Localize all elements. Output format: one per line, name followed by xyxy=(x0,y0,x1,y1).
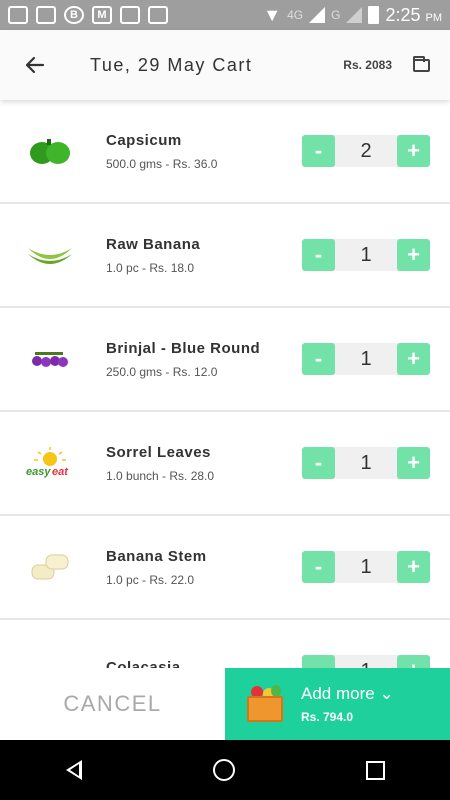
signal-icon xyxy=(309,7,326,23)
cart-item: Brinjal - Blue Round 250.0 gms - Rs. 12.… xyxy=(0,308,450,412)
cart-total: Rs. 2083 xyxy=(343,58,392,72)
network-g-label: G xyxy=(331,8,341,22)
android-nav-bar xyxy=(0,740,450,800)
increase-button[interactable]: + xyxy=(397,135,430,167)
quantity-stepper: - 1 + xyxy=(302,239,430,271)
quantity-stepper: - 1 + xyxy=(302,343,430,375)
arrow-left-icon xyxy=(25,56,45,74)
increase-button[interactable]: + xyxy=(397,343,430,375)
cart-item: Capsicum 500.0 gms - Rs. 36.0 - 2 + xyxy=(0,100,450,204)
item-name: Raw Banana xyxy=(106,235,201,253)
item-meta: 250.0 gms - Rs. 12.0 xyxy=(106,364,218,379)
item-meta: 1.0 bunch - Rs. 28.0 xyxy=(106,468,215,483)
recents-nav-icon[interactable] xyxy=(365,760,385,780)
page-title: Tue, 29 May Cart xyxy=(90,54,253,75)
quantity-value: 2 xyxy=(360,139,372,162)
increase-button[interactable]: + xyxy=(397,239,430,271)
clock: 2:25 PM xyxy=(385,4,442,25)
cancel-button[interactable]: CANCEL xyxy=(0,668,225,740)
decrease-button[interactable]: - xyxy=(302,447,335,479)
cart-item: Colacasia - 1 + xyxy=(0,620,450,668)
decrease-button[interactable]: - xyxy=(302,655,335,668)
bottom-bar: CANCEL Add more ⌄ Rs. 794.0 xyxy=(0,668,450,740)
banana-stem-image xyxy=(0,517,100,617)
decrease-button[interactable]: - xyxy=(302,239,335,271)
quantity-value: 1 xyxy=(360,243,372,266)
item-name: Sorrel Leaves xyxy=(106,443,211,461)
item-name: Capsicum xyxy=(106,131,182,149)
add-more-amount: Rs. 794.0 xyxy=(301,710,354,724)
cart-list[interactable]: Capsicum 500.0 gms - Rs. 36.0 - 2 + Raw … xyxy=(0,100,450,668)
brinjal-image xyxy=(0,309,100,409)
status-bar: B M ▼ 4G G 2:25 PM xyxy=(0,0,450,30)
back-nav-icon[interactable] xyxy=(65,760,82,780)
chat-icon xyxy=(8,6,28,24)
doc-icon xyxy=(120,6,140,24)
item-name: Banana Stem xyxy=(106,547,207,565)
svg-text:eat: eat xyxy=(52,466,69,478)
chevron-down-icon: ⌄ xyxy=(379,684,394,703)
quantity-stepper: - 1 + xyxy=(302,655,430,668)
decrease-button[interactable]: - xyxy=(302,343,335,375)
svg-text:easy: easy xyxy=(26,466,51,478)
cart-item: Banana Stem 1.0 pc - Rs. 22.0 - 1 + xyxy=(0,516,450,620)
b-icon: B xyxy=(64,6,84,24)
basket-icon xyxy=(245,684,285,724)
increase-button[interactable]: + xyxy=(397,551,430,583)
add-more-button[interactable]: Add more ⌄ Rs. 794.0 xyxy=(225,668,450,740)
calendar-icon xyxy=(148,6,168,24)
item-name: Colacasia xyxy=(106,658,181,669)
cart-item: Raw Banana 1.0 pc - Rs. 18.0 - 1 + xyxy=(0,204,450,308)
mail-icon: M xyxy=(92,6,112,24)
signal-icon-2 xyxy=(346,7,363,23)
cart-item: easy eat Sorrel Leaves 1.0 bunch - Rs. 2… xyxy=(0,412,450,516)
folder-button[interactable] xyxy=(392,55,450,72)
gallery-icon xyxy=(36,6,56,24)
quantity-value: 1 xyxy=(360,347,372,370)
quantity-stepper: - 1 + xyxy=(302,447,430,479)
back-button[interactable] xyxy=(0,30,70,100)
quantity-value: 1 xyxy=(360,555,372,578)
brand-logo-image: easy eat xyxy=(0,413,100,513)
capsicum-image xyxy=(0,101,100,201)
battery-icon xyxy=(368,6,380,24)
item-name: Brinjal - Blue Round xyxy=(106,339,261,357)
item-meta: 500.0 gms - Rs. 36.0 xyxy=(106,156,218,171)
quantity-stepper: - 1 + xyxy=(302,551,430,583)
app-bar: Tue, 29 May Cart Rs. 2083 xyxy=(0,30,450,100)
decrease-button[interactable]: - xyxy=(302,551,335,583)
quantity-stepper: - 2 + xyxy=(302,135,430,167)
add-more-label: Add more ⌄ xyxy=(301,684,394,703)
item-meta: 1.0 pc - Rs. 22.0 xyxy=(106,572,195,587)
wifi-icon: ▼ xyxy=(263,4,282,25)
colacasia-image xyxy=(0,621,100,668)
home-nav-icon[interactable] xyxy=(212,759,235,781)
network-4g-label: 4G xyxy=(287,8,304,22)
item-meta: 1.0 pc - Rs. 18.0 xyxy=(106,260,195,275)
raw-banana-image xyxy=(0,205,100,305)
increase-button[interactable]: + xyxy=(397,655,430,668)
quantity-value: 1 xyxy=(335,660,397,669)
decrease-button[interactable]: - xyxy=(302,135,335,167)
increase-button[interactable]: + xyxy=(397,447,430,479)
quantity-value: 1 xyxy=(360,451,372,474)
folder-icon xyxy=(412,55,430,72)
